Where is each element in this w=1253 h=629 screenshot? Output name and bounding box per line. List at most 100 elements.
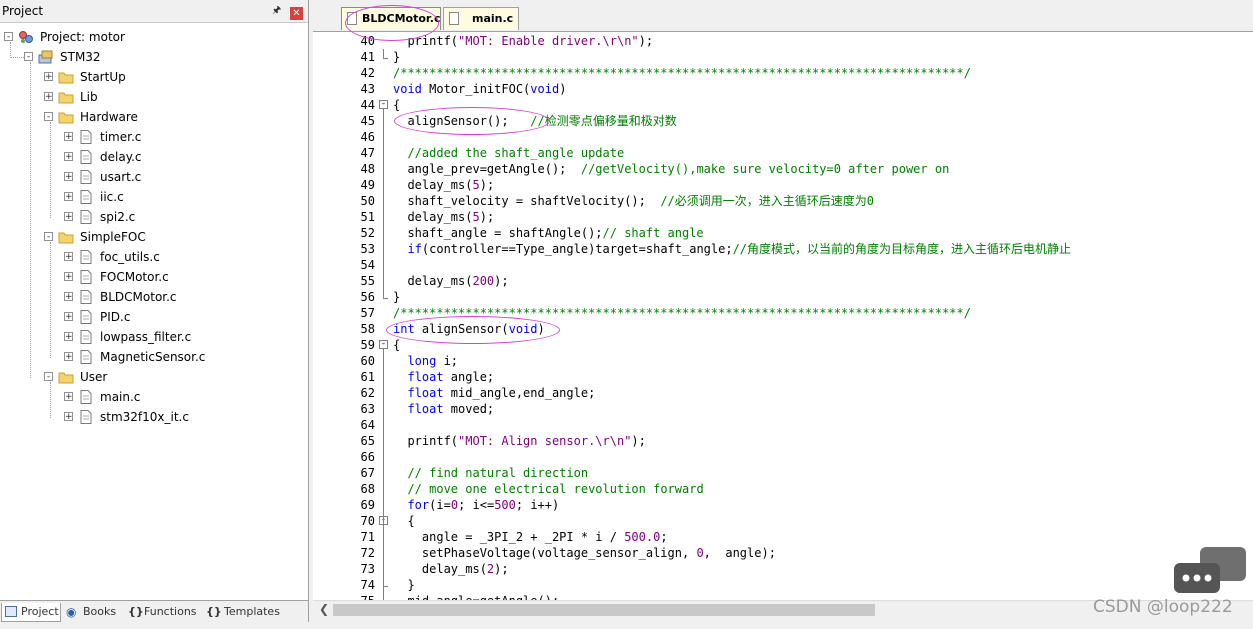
tree-item[interactable]: + usart.c <box>62 167 300 187</box>
code-line[interactable]: if(controller==Type_angle)target=shaft_a… <box>393 241 1071 257</box>
code-line[interactable]: float moved; <box>393 401 494 417</box>
code-line[interactable]: { <box>393 337 400 353</box>
scrollbar-thumb[interactable] <box>333 604 875 616</box>
collapse-icon[interactable]: - <box>4 32 13 42</box>
line-number: 67 <box>360 466 375 480</box>
tree-item[interactable]: + FOCMotor.c <box>62 267 300 287</box>
tab-main[interactable]: main.c <box>443 7 519 30</box>
code-line[interactable]: } <box>393 577 414 593</box>
tree-item[interactable]: + BLDCMotor.c <box>62 287 300 307</box>
code-line[interactable]: { <box>393 513 414 529</box>
code-line[interactable]: //added the shaft_angle update <box>393 145 624 161</box>
expand-icon[interactable]: + <box>64 172 73 182</box>
tree-line <box>50 382 51 418</box>
tab-functions[interactable]: {} Functions <box>126 603 200 621</box>
code-line[interactable]: setPhaseVoltage(voltage_sensor_align, 0,… <box>393 545 776 561</box>
tree-item-label: stm32f10x_it.c <box>100 410 189 424</box>
code-line[interactable]: angle = _3PI_2 + _2PI * i / 500.0; <box>393 529 668 545</box>
pin-icon[interactable]: 🖈 <box>272 5 282 17</box>
tab-label: Books <box>83 605 117 618</box>
tree-item[interactable]: - Hardware <box>42 107 300 127</box>
line-number: 63 <box>360 402 375 416</box>
code-line[interactable]: float angle; <box>393 369 494 385</box>
expand-icon[interactable]: + <box>64 132 73 142</box>
code-line[interactable]: delay_ms(5); <box>393 209 494 225</box>
expand-icon[interactable]: + <box>64 352 73 362</box>
tree-item[interactable]: - STM32 <box>22 47 300 67</box>
code-line[interactable]: printf("MOT: Enable driver.\r\n"); <box>393 33 653 49</box>
expand-icon[interactable]: + <box>44 72 53 82</box>
expand-icon[interactable]: + <box>64 412 73 422</box>
code-line[interactable]: shaft_velocity = shaftVelocity(); //必须调用… <box>393 193 874 209</box>
expand-icon[interactable]: + <box>64 152 73 162</box>
tree-item[interactable]: + Lib <box>42 87 300 107</box>
close-icon[interactable]: ✕ <box>290 7 303 20</box>
tree-item[interactable]: + main.c <box>62 387 300 407</box>
tree-item[interactable]: + foc_utils.c <box>62 247 300 267</box>
code-line[interactable]: long i; <box>393 353 458 369</box>
tab-templates[interactable]: {} Templates <box>204 603 284 621</box>
c-file-icon <box>78 390 94 404</box>
code-line[interactable]: } <box>393 49 400 65</box>
code-line[interactable]: // move one electrical revolution forwar… <box>393 481 703 497</box>
tree-item-label: iic.c <box>100 190 124 204</box>
code-line[interactable]: for(i=0; i<=500; i++) <box>393 497 559 513</box>
code-line[interactable]: // find natural direction <box>393 465 588 481</box>
tree-item-label: SimpleFOC <box>80 230 146 244</box>
collapse-icon[interactable]: - <box>44 232 53 242</box>
collapse-icon[interactable]: - <box>44 112 53 122</box>
collapse-icon[interactable]: - <box>24 52 33 62</box>
tab-label: Functions <box>144 605 197 618</box>
tree-item[interactable]: + StartUp <box>42 67 300 87</box>
tree-item-label: foc_utils.c <box>100 250 160 264</box>
project-tab-icon <box>5 606 17 617</box>
code-line[interactable]: float mid_angle,end_angle; <box>393 385 595 401</box>
project-panel-titlebar: Project 🖈 ✕ <box>0 0 308 23</box>
expand-icon[interactable]: + <box>64 212 73 222</box>
expand-icon[interactable]: + <box>64 292 73 302</box>
expand-icon[interactable]: + <box>64 272 73 282</box>
fold-collapse-icon[interactable]: - <box>379 340 388 349</box>
fold-range-line <box>383 525 384 585</box>
collapse-icon[interactable]: - <box>44 372 53 382</box>
tree-item[interactable]: + MagneticSensor.c <box>62 347 300 367</box>
chat-bubble-icon <box>1174 547 1246 593</box>
code-line[interactable]: void Motor_initFOC(void) <box>393 81 566 97</box>
expand-icon[interactable]: + <box>64 192 73 202</box>
fold-collapse-icon[interactable]: - <box>379 100 388 109</box>
expand-icon[interactable]: + <box>64 332 73 342</box>
tree-item[interactable]: + timer.c <box>62 127 300 147</box>
expand-icon[interactable]: + <box>64 312 73 322</box>
scroll-left-icon[interactable]: ❮ <box>319 602 329 616</box>
tree-item[interactable]: - Project: motor <box>2 27 300 47</box>
line-number-gutter: 40 41 42 43 44 45 46 47 48 49 50 51 52 53 54 55 56 57 58 59… <box>313 32 377 600</box>
line-number: 66 <box>360 450 375 464</box>
expand-icon[interactable]: + <box>44 92 53 102</box>
c-file-icon <box>78 350 94 364</box>
tab-label: main.c <box>472 12 514 25</box>
code-line[interactable]: shaft_angle = shaftAngle();// shaft angl… <box>393 225 703 241</box>
tree-item[interactable]: + iic.c <box>62 187 300 207</box>
tree-item[interactable]: + delay.c <box>62 147 300 167</box>
code-line[interactable]: delay_ms(2); <box>393 561 509 577</box>
code-line[interactable]: printf("MOT: Align sensor.\r\n"); <box>393 433 645 449</box>
expand-icon[interactable]: + <box>64 252 73 262</box>
code-line[interactable]: delay_ms(200); <box>393 273 508 289</box>
folder-icon <box>58 370 74 384</box>
tree-item[interactable]: + spi2.c <box>62 207 300 227</box>
line-number: 54 <box>360 258 375 272</box>
code-line[interactable]: delay_ms(5); <box>393 177 494 193</box>
tab-books[interactable]: ◉ Books <box>64 603 122 621</box>
code-line[interactable]: } <box>393 289 400 305</box>
code-line[interactable]: mid_angle=getAngle(); <box>393 593 559 600</box>
expand-icon[interactable]: + <box>64 392 73 402</box>
code-line[interactable]: /***************************************… <box>393 65 971 81</box>
tree-item[interactable]: + stm32f10x_it.c <box>62 407 300 427</box>
tree-item[interactable]: - User <box>42 367 300 387</box>
tree-item[interactable]: - SimpleFOC <box>42 227 300 247</box>
code-line[interactable]: { <box>393 97 400 113</box>
code-line[interactable]: angle_prev=getAngle(); //getVelocity(),m… <box>393 161 949 177</box>
tab-project[interactable]: Project <box>1 603 61 622</box>
tree-item[interactable]: + PID.c <box>62 307 300 327</box>
tree-item[interactable]: + lowpass_filter.c <box>62 327 300 347</box>
